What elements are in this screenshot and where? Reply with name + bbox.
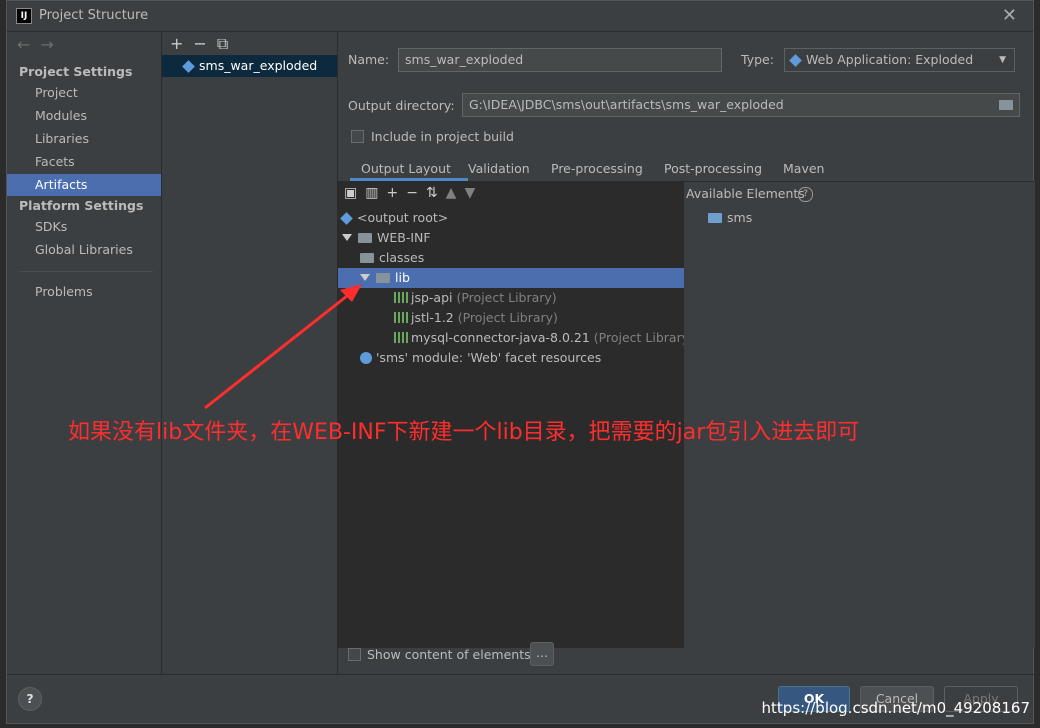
annotation-arrow	[204, 284, 362, 410]
arrow-shaft	[204, 290, 353, 410]
annotation-text: 如果没有lib文件夹，在WEB-INF下新建一个lib目录，把需要的jar包引入…	[68, 420, 860, 445]
watermark: https://blog.csdn.net/m0_49208167	[761, 699, 1030, 717]
